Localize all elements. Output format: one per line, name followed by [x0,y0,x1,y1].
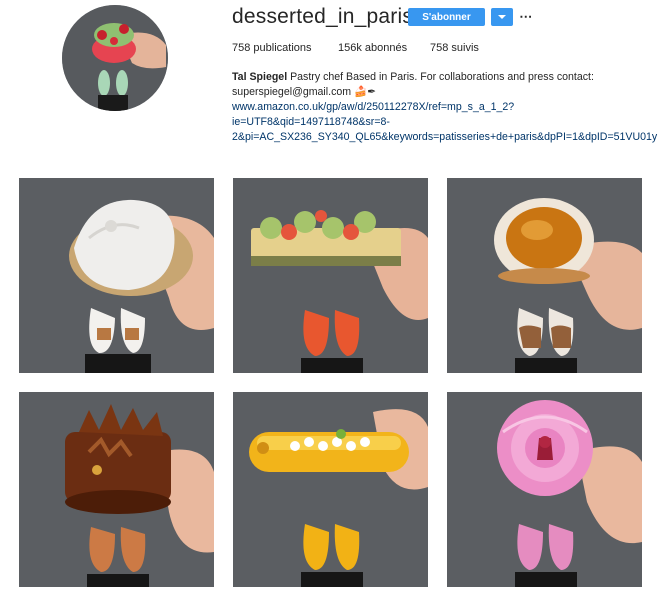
more-options-icon[interactable]: ⋯ [518,8,534,26]
profile-username: desserted_in_paris [232,5,414,28]
post-tile[interactable] [233,178,428,373]
follow-button[interactable]: S'abonner [408,8,485,26]
bio-contact: superspiegel@gmail.com 🍰✒ [232,86,377,98]
bio-link-part-2[interactable]: ie=UTF8&qid=1497118748&sr=8- [232,116,390,128]
profile-full-name: Tal Spiegel [232,71,288,83]
post-tile[interactable] [447,178,642,373]
post-tile[interactable] [233,392,428,587]
chevron-down-icon [498,15,506,19]
bio-link-part-1[interactable]: www.amazon.co.uk/gp/aw/d/250112278X/ref=… [232,101,514,113]
bio-description: Pastry chef Based in Paris. For collabor… [287,71,594,83]
bio-link-part-3[interactable]: 2&pi=AC_SX236_SY340_QL65&keywords=patiss… [232,131,657,143]
post-tile[interactable] [19,392,214,587]
profile-bio: Tal Spiegel Pastry chef Based in Paris. … [232,70,664,145]
post-tile[interactable] [447,392,642,587]
stat-posts[interactable]: 758 publications [232,42,312,54]
stat-following[interactable]: 758 suivis [430,42,479,54]
post-tile[interactable] [19,178,214,373]
follow-options-button[interactable] [491,8,513,26]
profile-avatar[interactable] [62,5,168,111]
stat-followers[interactable]: 156k abonnés [338,42,407,54]
